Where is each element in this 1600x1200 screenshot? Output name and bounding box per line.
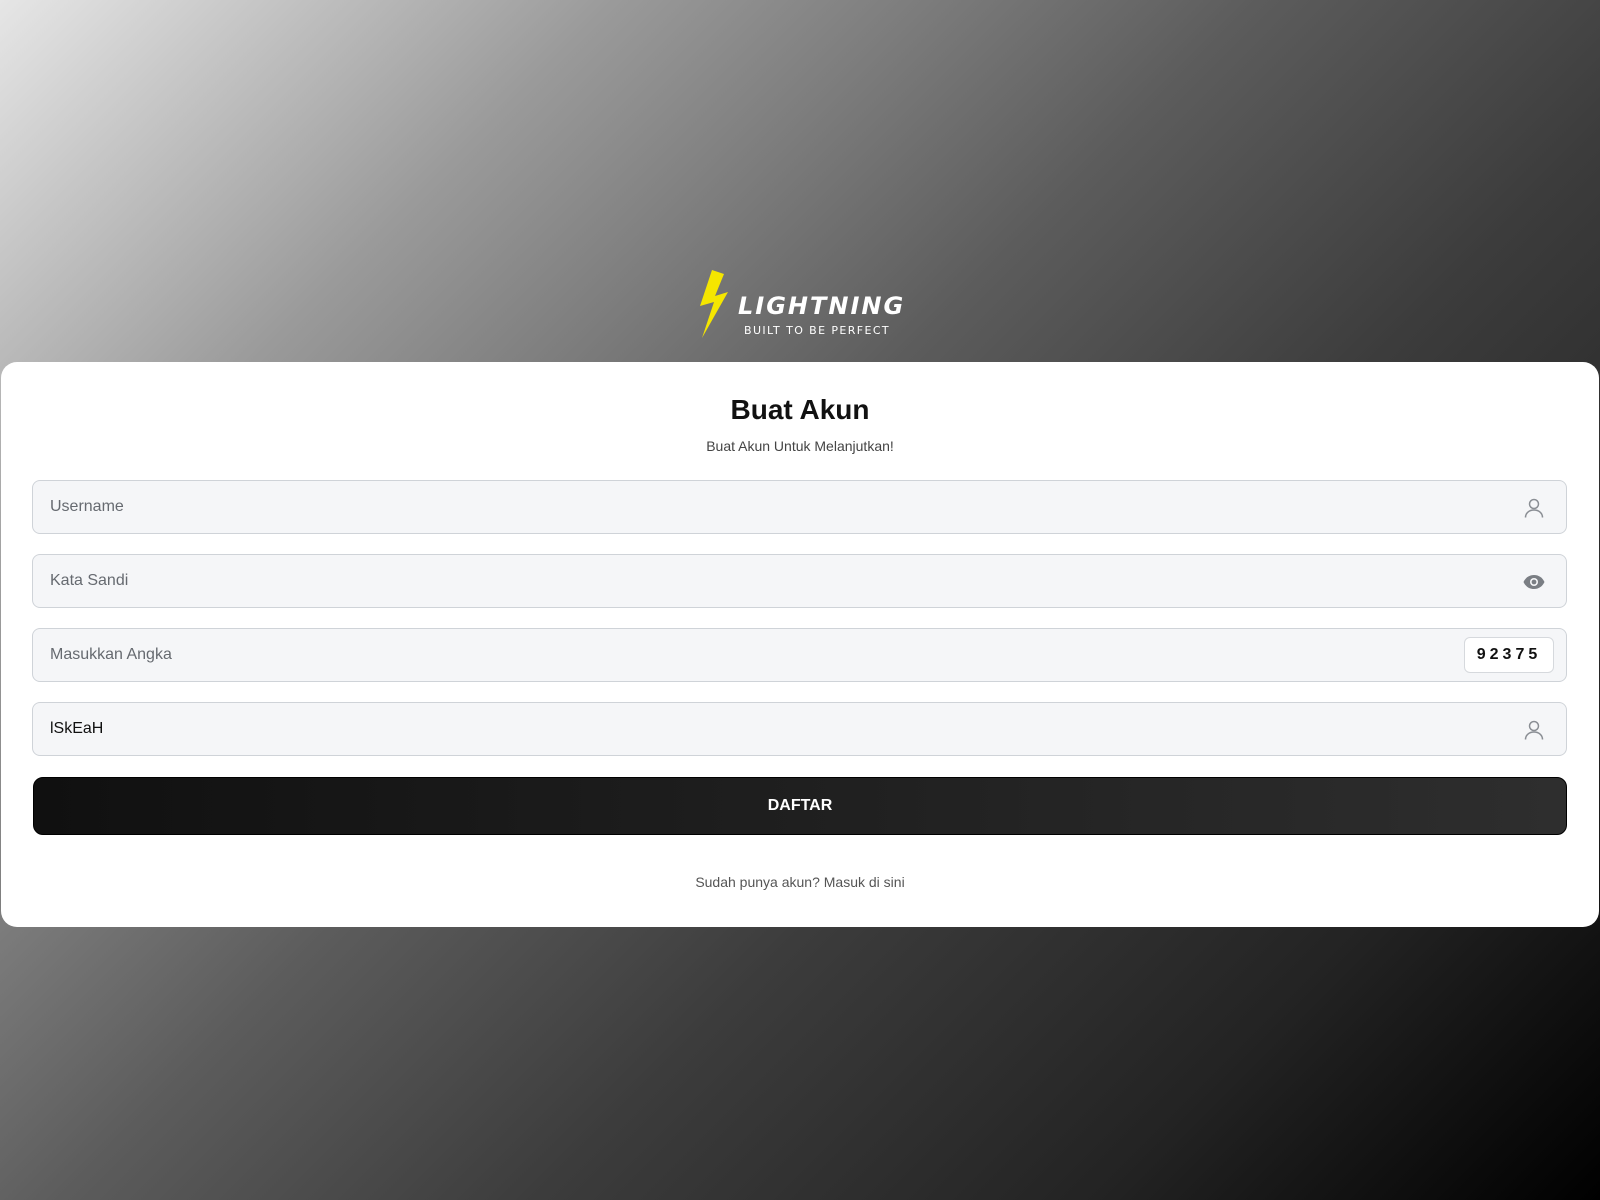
user-icon xyxy=(1524,720,1544,740)
lightning-bolt-icon xyxy=(700,270,728,338)
register-button[interactable]: DAFTAR xyxy=(33,777,1567,835)
login-prompt-text: Sudah punya akun? xyxy=(695,874,820,890)
eye-icon[interactable] xyxy=(1522,570,1546,594)
captcha-code: 92375 xyxy=(1464,637,1554,673)
brand-tagline: BUILT TO BE PERFECT xyxy=(744,324,891,337)
page-subtitle: Buat Akun Untuk Melanjutkan! xyxy=(706,438,894,454)
register-card: Buat Akun Buat Akun Untuk Melanjutkan! 9… xyxy=(1,362,1599,927)
captcha-field: 92375 xyxy=(32,628,1567,682)
login-link[interactable]: Masuk di sini xyxy=(824,874,905,890)
login-prompt: Sudah punya akun? Masuk di sini xyxy=(1,874,1599,890)
user-icon xyxy=(1524,498,1544,518)
lightning-bolt-shape xyxy=(700,270,728,338)
brand-name: LIGHTNING xyxy=(738,292,906,320)
brand-logo: LIGHTNING BUILT TO BE PERFECT xyxy=(698,270,904,340)
password-input[interactable] xyxy=(33,555,1566,607)
page-title: Buat Akun xyxy=(730,394,870,425)
username-input[interactable] xyxy=(33,481,1566,533)
captcha-input[interactable] xyxy=(33,629,1566,681)
extra-field xyxy=(32,702,1567,756)
username-field xyxy=(32,480,1567,534)
extra-input[interactable] xyxy=(33,703,1566,755)
password-field xyxy=(32,554,1567,608)
